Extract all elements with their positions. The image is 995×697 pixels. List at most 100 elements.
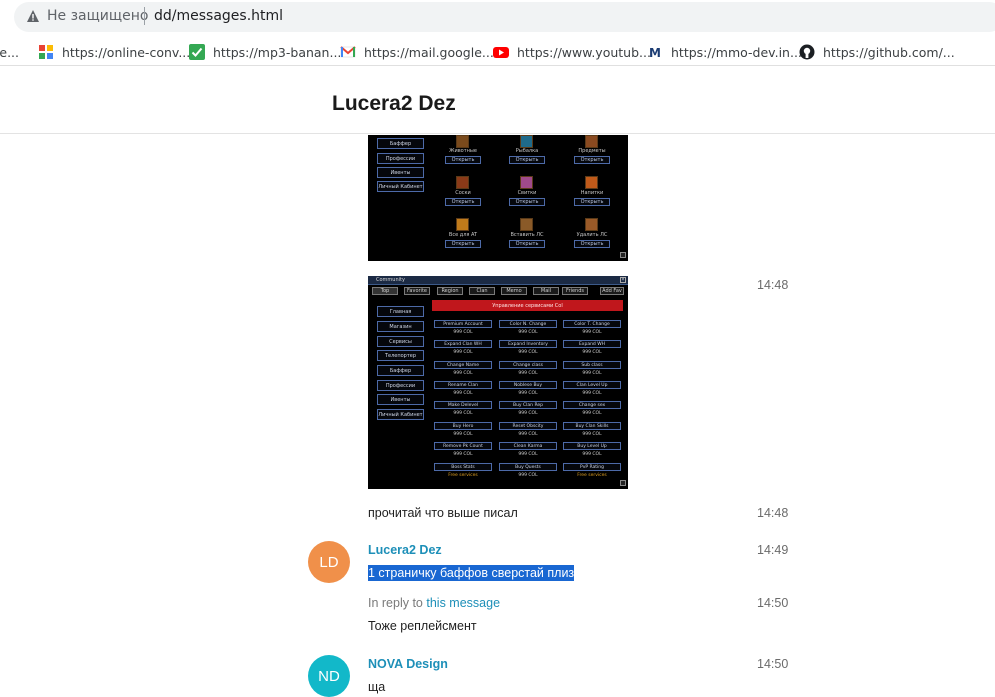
cell-label: Животные xyxy=(449,148,477,154)
bookmark-item[interactable]: https://mail.google.... xyxy=(340,43,498,61)
service-button: Buy Clan Rep xyxy=(499,401,557,409)
checkmark-icon xyxy=(189,44,205,60)
open-button: Открыть xyxy=(509,156,545,164)
security-label[interactable]: Не защищено xyxy=(47,8,148,24)
bookmark-label: https://github.com/... xyxy=(823,44,955,60)
cell-label: Вставить ЛС xyxy=(510,232,544,238)
bookmarks-bar: ve... https://online-conv... https://mp3… xyxy=(0,36,995,66)
url-divider xyxy=(144,7,145,25)
open-button: Открыть xyxy=(445,198,481,206)
window-titlebar: Community × xyxy=(368,276,628,285)
open-button: Открыть xyxy=(445,156,481,164)
service-button: Buy Quests xyxy=(499,463,557,471)
reply-reference: In reply to this message xyxy=(368,596,500,610)
bookmark-label: https://online-conv... xyxy=(62,44,191,60)
service-button: Clan Level Up xyxy=(563,381,621,389)
warning-icon[interactable] xyxy=(26,9,40,23)
side-button: Профессии xyxy=(377,153,424,164)
service-price: 999 COL xyxy=(582,371,602,376)
side-button: Баффер xyxy=(377,365,424,376)
tab-mail: Mail xyxy=(533,287,559,295)
service-price: 999 COL xyxy=(453,330,473,335)
service-button: Expand WH xyxy=(563,340,621,348)
reply-link[interactable]: this message xyxy=(426,596,500,610)
side-button: Баффер xyxy=(377,138,424,149)
service-button: Color N. Change xyxy=(499,320,557,328)
open-button: Открыть xyxy=(509,198,545,206)
scroll-icon xyxy=(520,176,533,189)
side-button: Профессии xyxy=(377,380,424,391)
message-text: прочитай что выше писал xyxy=(368,506,518,520)
open-button: Открыть xyxy=(445,240,481,248)
message-text: 1 страничку баффов сверстай плиз xyxy=(368,565,575,581)
side-button: Личный Кабинет xyxy=(377,409,424,420)
potion-icon xyxy=(585,176,598,189)
cell-label: Все для AT xyxy=(448,232,478,238)
game-screenshot-1[interactable]: Баффер Профессии Ивенты Личный Кабинет Ж… xyxy=(368,135,628,261)
service-price: 999 COL xyxy=(453,411,473,416)
side-button: Телепортер xyxy=(377,350,424,361)
url-text[interactable]: dd/messages.html xyxy=(154,8,283,24)
service-price: 999 COL xyxy=(582,330,602,335)
window-title: Community xyxy=(376,277,405,283)
channel-title: Lucera2 Dez xyxy=(332,92,456,115)
tab-clan: Clan xyxy=(469,287,495,295)
author-name[interactable]: Lucera2 Dez xyxy=(368,543,442,557)
bookmark-label: ve... xyxy=(0,44,20,60)
bookmark-item[interactable]: M https://mmo-dev.in... xyxy=(647,43,802,61)
service-price: 999 COL xyxy=(453,391,473,396)
service-price: 999 COL xyxy=(582,411,602,416)
svg-text:M: M xyxy=(649,46,661,60)
service-button: Reset Obscity xyxy=(499,422,557,430)
item-icon xyxy=(585,135,598,148)
bookmark-label: https://mp3-banan... xyxy=(213,44,342,60)
bookmark-item[interactable]: https://www.youtub... xyxy=(493,43,651,61)
gmail-icon xyxy=(340,44,356,60)
side-button: Личный Кабинет xyxy=(377,181,424,192)
item-icon xyxy=(520,218,533,231)
fishing-icon xyxy=(520,135,533,148)
service-button: Change class xyxy=(499,361,557,369)
banner: Управление сервисами Col xyxy=(432,300,623,311)
service-price: 999 COL xyxy=(582,432,602,437)
message-time: 14:50 xyxy=(757,657,789,671)
side-button: Ивенты xyxy=(377,167,424,178)
service-price: 999 COL xyxy=(582,350,602,355)
side-button: Сервисы xyxy=(377,336,424,347)
service-price: 999 COL xyxy=(518,473,538,478)
online-convert-icon xyxy=(38,44,54,60)
message-time: 14:48 xyxy=(757,278,789,292)
bookmark-item[interactable]: https://online-conv... xyxy=(38,43,190,61)
bookmark-label: https://www.youtub... xyxy=(517,44,651,60)
item-icon xyxy=(456,135,469,148)
author-name[interactable]: NOVA Design xyxy=(368,657,448,671)
service-price: 999 COL xyxy=(453,432,473,437)
bookmark-item[interactable]: https://mp3-banan... xyxy=(189,43,341,61)
close-icon: × xyxy=(620,277,626,283)
tab-favorite: Favorite xyxy=(404,287,430,295)
cell-label: Соски xyxy=(455,190,471,196)
service-price: 999 COL xyxy=(518,391,538,396)
resize-handle-icon xyxy=(620,252,626,258)
service-price: 999 COL xyxy=(582,391,602,396)
bookmark-label: https://mail.google.... xyxy=(364,44,498,60)
message-time: 14:50 xyxy=(757,596,789,610)
avatar[interactable]: LD xyxy=(308,541,350,583)
message-text: ща xyxy=(368,680,386,694)
bookmark-item[interactable]: ve... xyxy=(0,43,19,61)
open-button: Открыть xyxy=(574,198,610,206)
service-button: Clean Karma xyxy=(499,442,557,450)
service-button: Change Name xyxy=(434,361,492,369)
avatar[interactable]: ND xyxy=(308,655,350,697)
service-button: Expand Clan WH xyxy=(434,340,492,348)
side-button: Магазин xyxy=(377,321,424,332)
service-button: Buy Hero xyxy=(434,422,492,430)
game-screenshot-2[interactable]: Community × Top Favorite Region Clan Mem… xyxy=(368,276,628,489)
side-button: Главная xyxy=(377,306,424,317)
service-price: 999 COL xyxy=(518,432,538,437)
message-list[interactable]: Баффер Профессии Ивенты Личный Кабинет Ж… xyxy=(0,135,995,697)
bookmark-item[interactable]: https://github.com/... xyxy=(799,43,955,61)
selected-text: 1 страничку баффов сверстай плиз xyxy=(368,565,575,581)
service-price: 999 COL xyxy=(518,371,538,376)
service-button: Boss Stats xyxy=(434,463,492,471)
